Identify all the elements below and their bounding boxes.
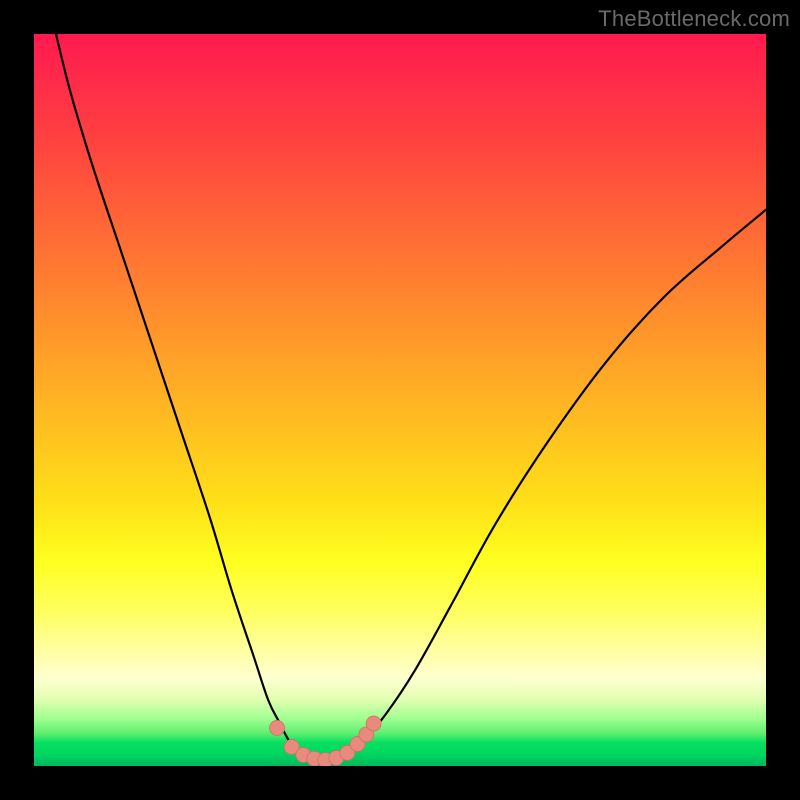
chart-marker — [318, 753, 333, 766]
chart-markers — [270, 716, 382, 766]
curve-bottom-path — [301, 753, 349, 760]
chart-marker — [270, 720, 285, 735]
chart-marker — [350, 737, 365, 752]
curve-left-path — [56, 34, 301, 753]
chart-marker — [307, 751, 322, 766]
chart-frame: TheBottleneck.com — [0, 0, 800, 800]
chart-marker — [359, 727, 374, 742]
chart-marker — [296, 748, 311, 763]
watermark-text: TheBottleneck.com — [598, 6, 790, 32]
curve-right-path — [349, 210, 766, 753]
chart-plot-area — [34, 34, 766, 766]
chart-curve — [56, 34, 766, 760]
chart-svg — [34, 34, 766, 766]
chart-marker — [366, 716, 381, 731]
chart-marker — [340, 745, 355, 760]
chart-marker — [284, 739, 299, 754]
chart-marker — [329, 750, 344, 765]
